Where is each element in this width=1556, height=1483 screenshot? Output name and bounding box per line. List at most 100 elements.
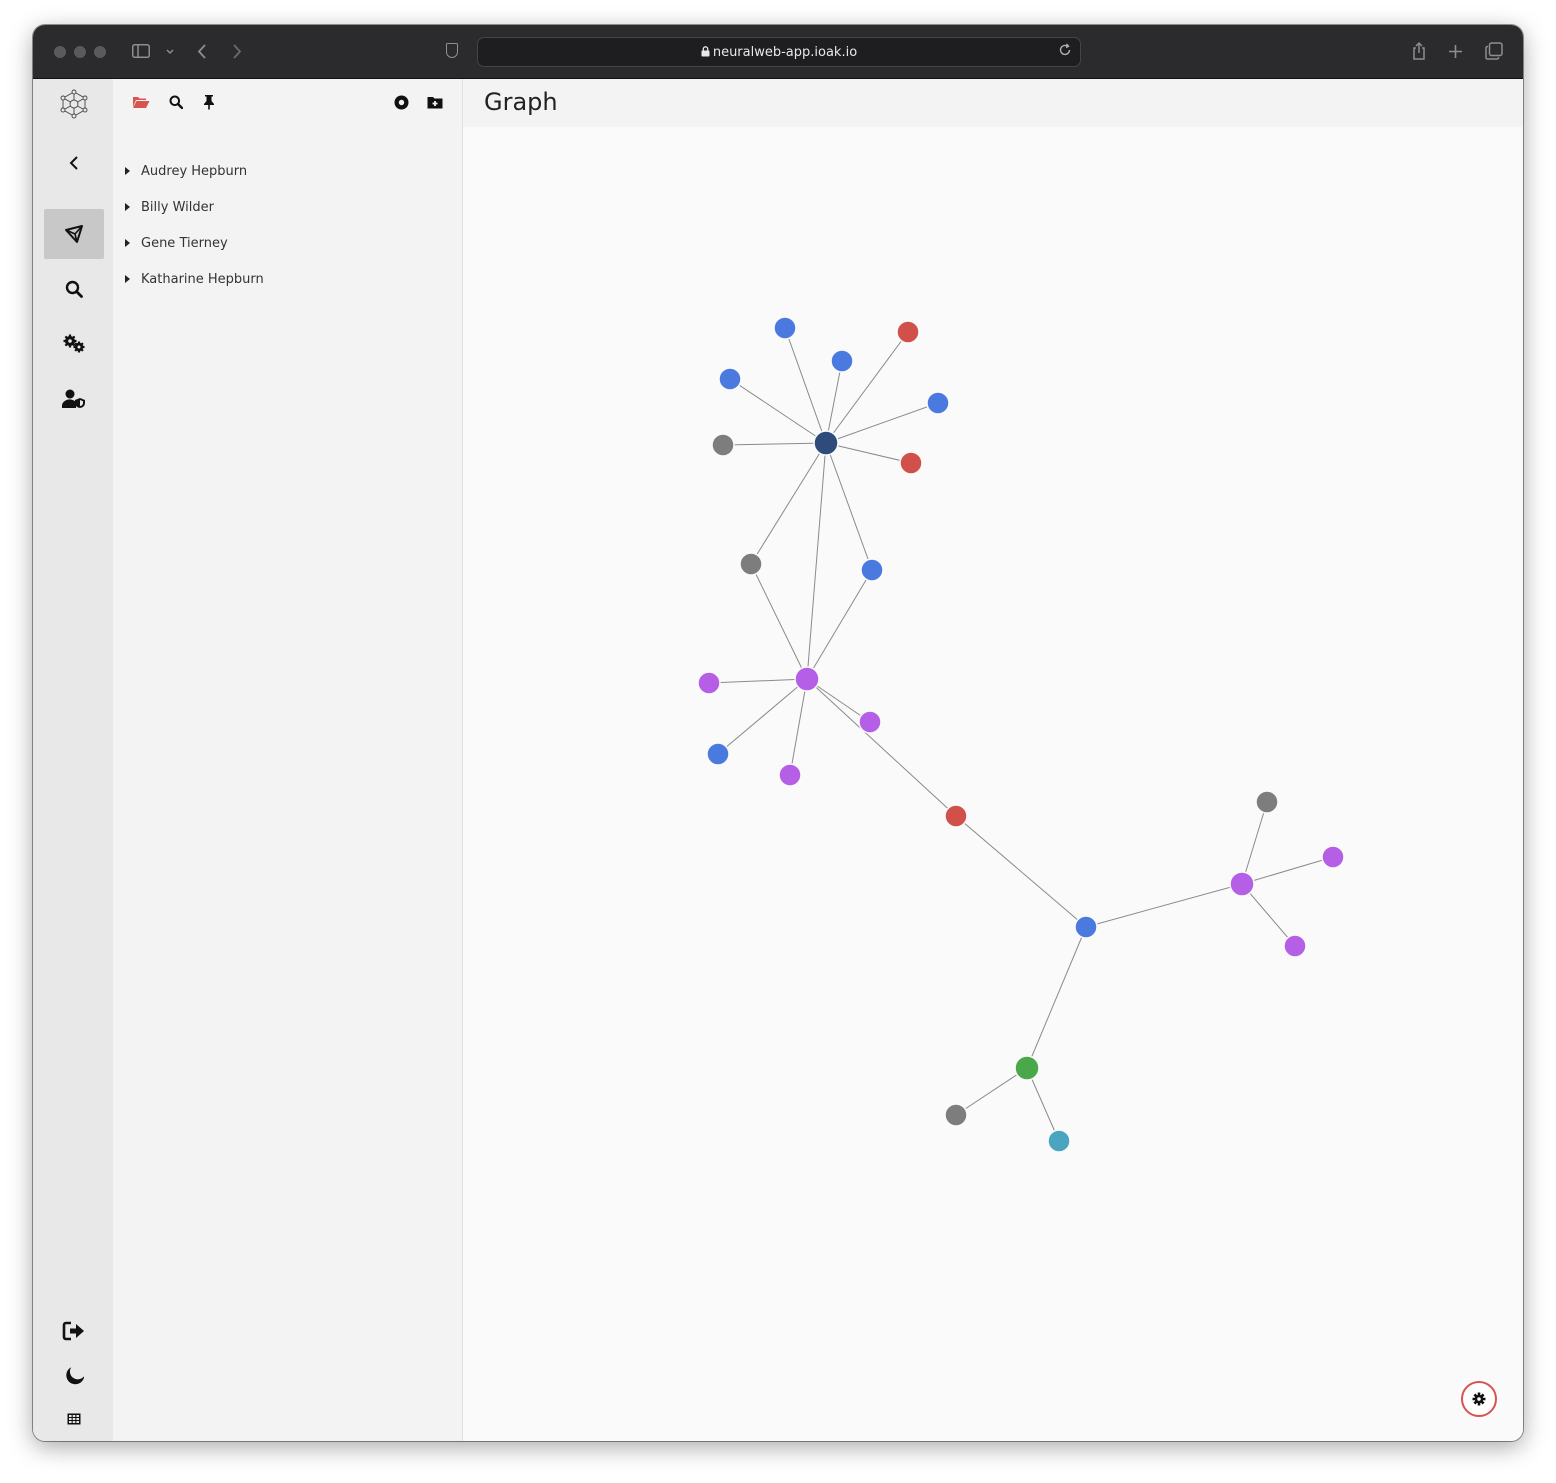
nav-settings[interactable]	[44, 319, 104, 369]
graph-node[interactable]	[1321, 845, 1345, 869]
graph-canvas[interactable]	[463, 127, 1523, 1441]
tree-item-audrey-hepburn[interactable]: Audrey Hepburn	[123, 161, 247, 181]
graph-node[interactable]	[706, 742, 730, 766]
graph-settings-button[interactable]	[1461, 1381, 1497, 1417]
graph-edge	[825, 331, 909, 444]
tree-item-billy-wilder[interactable]: Billy Wilder	[123, 197, 214, 217]
graph-node[interactable]	[773, 316, 797, 340]
graph-node[interactable]	[778, 763, 802, 787]
sidebar-toggle-icon[interactable]	[132, 44, 150, 58]
privacy-shield-icon[interactable]	[446, 43, 458, 58]
record-button[interactable]	[392, 93, 410, 111]
graph-edge	[806, 442, 827, 680]
share-icon[interactable]	[1411, 41, 1427, 61]
graph-edge	[955, 815, 1087, 928]
graph-node[interactable]	[860, 558, 884, 582]
page-header: Graph	[463, 79, 1523, 127]
graph-edge	[789, 678, 808, 776]
graph-edge	[806, 678, 957, 817]
graph-node[interactable]	[1229, 871, 1255, 897]
graph-node[interactable]	[1283, 934, 1307, 958]
thumbtack-icon	[204, 95, 214, 110]
graph-node[interactable]	[1014, 1055, 1040, 1081]
nav-search[interactable]	[44, 264, 104, 314]
url-text: neuralweb-app.ioak.io	[712, 45, 858, 60]
graph-node[interactable]	[1047, 1129, 1071, 1153]
browser-window: neuralweb-app.ioak.io Audrey Hepburn Bil…	[33, 25, 1523, 1441]
graph-node[interactable]	[944, 1103, 968, 1127]
graph-node[interactable]	[830, 349, 854, 373]
graph-node[interactable]	[896, 320, 920, 344]
graph-node[interactable]	[739, 552, 763, 576]
graph-edge	[825, 442, 912, 464]
sidebar-search-button[interactable]	[167, 93, 185, 111]
tree-item-label: Audrey Hepburn	[141, 163, 248, 179]
graph-edge	[1026, 926, 1087, 1069]
tree-item-katharine-hepburn[interactable]: Katharine Hepburn	[123, 269, 264, 289]
graph-node[interactable]	[858, 710, 882, 734]
minimize-window-button[interactable]	[74, 46, 86, 58]
nav-graph[interactable]	[44, 209, 104, 259]
graph-nav-icon	[65, 225, 83, 243]
logout-button[interactable]	[44, 1306, 104, 1356]
table-icon	[67, 1413, 81, 1425]
caret-right-icon	[125, 239, 130, 247]
chevron-left-icon	[69, 156, 78, 170]
graph-node[interactable]	[697, 671, 721, 695]
browser-toolbar: neuralweb-app.ioak.io	[33, 25, 1523, 79]
new-tab-icon[interactable]	[1448, 44, 1463, 59]
graph-node[interactable]	[899, 451, 923, 475]
graph-node[interactable]	[1074, 915, 1098, 939]
caret-right-icon	[125, 275, 130, 283]
graph-node[interactable]	[711, 433, 735, 457]
search-icon	[65, 280, 83, 298]
graph-node[interactable]	[926, 391, 950, 415]
reload-icon[interactable]	[1058, 43, 1072, 57]
circle-dot-icon	[394, 95, 408, 109]
zoom-window-button[interactable]	[94, 46, 106, 58]
forward-arrow-icon[interactable]	[232, 44, 242, 59]
new-folder-button[interactable]	[426, 93, 444, 111]
graph-edge	[708, 678, 808, 684]
graph-node[interactable]	[944, 804, 968, 828]
back-arrow-icon[interactable]	[197, 44, 207, 59]
grid-view-button[interactable]	[44, 1394, 104, 1441]
notes-sidebar: Audrey Hepburn Billy Wilder Gene Tierney…	[113, 79, 463, 1441]
nav-users[interactable]	[44, 374, 104, 424]
sign-out-icon	[62, 1321, 84, 1341]
graph-edges	[708, 327, 1334, 1142]
tree-item-gene-tierney[interactable]: Gene Tierney	[123, 233, 228, 253]
folder-open-icon	[133, 97, 150, 108]
browse-folders-button[interactable]	[132, 93, 150, 111]
close-window-button[interactable]	[54, 46, 66, 58]
page-title: Graph	[484, 88, 558, 116]
network-logo-icon[interactable]	[44, 79, 104, 129]
search-icon	[169, 95, 183, 109]
graph-node[interactable]	[794, 666, 820, 692]
graph-edge	[1085, 883, 1243, 928]
caret-right-icon	[125, 167, 130, 175]
tree-item-label: Billy Wilder	[141, 199, 214, 215]
graph-edge	[750, 563, 808, 680]
graph-edge	[825, 442, 873, 571]
pinned-button[interactable]	[200, 93, 218, 111]
tab-overview-icon[interactable]	[1485, 42, 1503, 60]
graph-edge	[1241, 856, 1334, 885]
graph-edge	[750, 442, 827, 565]
gear-icon	[1472, 1392, 1486, 1406]
tree-item-label: Katharine Hepburn	[141, 271, 264, 287]
address-bar[interactable]: neuralweb-app.ioak.io	[477, 37, 1081, 67]
nav-rail	[33, 79, 113, 1441]
chevron-down-icon[interactable]	[166, 49, 174, 55]
graph-edge	[825, 402, 939, 444]
graph-edge	[729, 378, 827, 444]
main-content: Graph	[463, 79, 1523, 1441]
graph-edge	[1241, 801, 1268, 885]
graph-node[interactable]	[813, 430, 839, 456]
lock-icon	[701, 46, 710, 57]
graph-node[interactable]	[718, 367, 742, 391]
graph-node[interactable]	[1255, 790, 1279, 814]
collapse-sidebar-button[interactable]	[44, 138, 104, 188]
gears-icon	[63, 334, 85, 353]
graph-nodes	[697, 316, 1345, 1153]
